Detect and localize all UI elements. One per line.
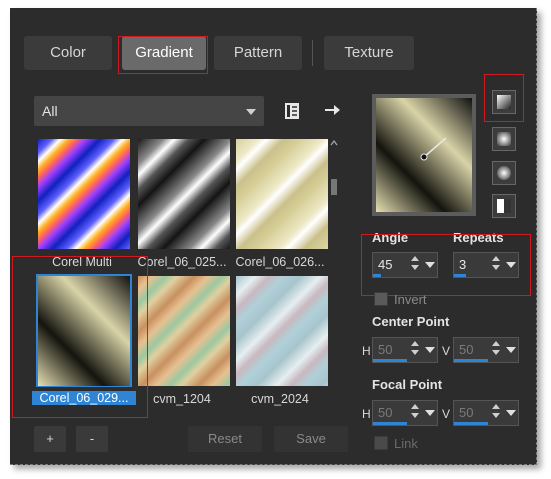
center-h-label: H [362,344,371,358]
gradient-caption: cvm_2024 [251,392,309,406]
chevron-down-icon [246,109,256,115]
center-h-value: 50 [378,342,393,357]
link-checkbox[interactable] [374,436,388,450]
chevron-down-icon[interactable] [425,347,435,353]
center-v-label: V [442,344,451,358]
gradient-caption: Corel_06_026... [235,255,325,269]
spinner-arrows-icon[interactable] [492,404,502,422]
sunburst-style-button[interactable] [492,161,516,185]
gradient-thumb-corel-06-026[interactable] [234,137,330,250]
category-select-value: All [42,103,58,119]
tab-color[interactable]: Color [24,36,112,70]
add-gradient-button[interactable]: + [34,426,66,452]
angle-handle-icon[interactable] [372,94,476,216]
center-v-slider-bar[interactable] [454,359,488,362]
center-h-slider-bar[interactable] [373,359,407,362]
scrollbar-thumb[interactable] [331,179,337,195]
focal-v-label: V [442,407,451,421]
highlight-style-button [484,74,524,122]
radial-gradient-icon [497,199,511,213]
highlight-gradient-tab [118,36,208,74]
link-label: Link [394,436,418,451]
spinner-arrows-icon[interactable] [492,341,502,359]
spinner-arrows-icon[interactable] [411,341,421,359]
gradient-thumb-cvm-1204[interactable] [136,274,232,387]
category-select[interactable]: All [34,96,264,126]
center-v-value: 50 [459,342,474,357]
center-h-field[interactable]: 50 [372,337,438,363]
focal-h-label: H [362,407,371,421]
highlight-selected-gradient [12,256,148,418]
center-point-label: Center Point [372,314,450,329]
arrow-right-icon[interactable] [322,100,342,120]
focal-point-label: Focal Point [372,377,443,392]
library-icon[interactable] [282,101,302,121]
center-v-field[interactable]: 50 [453,337,519,363]
highlight-angle-repeats [361,234,531,296]
gradient-list-scrollbar[interactable] [330,139,338,439]
save-button[interactable]: Save [274,426,348,452]
invert-label: Invert [394,292,427,307]
focal-h-slider-bar[interactable] [373,422,407,425]
tab-pattern[interactable]: Pattern [214,36,302,70]
invert-checkbox[interactable] [374,292,388,306]
gradient-thumb-corel-multi[interactable] [36,137,132,250]
gradient-thumb-corel-06-025[interactable] [136,137,232,250]
rectangular-style-button[interactable] [492,127,516,151]
gradient-thumb-cvm-2024[interactable] [234,274,330,387]
gradient-swatch [236,276,328,386]
gradient-preview[interactable] [372,94,476,216]
radial-style-button[interactable] [492,194,516,218]
focal-v-slider-bar[interactable] [454,422,488,425]
reset-button[interactable]: Reset [188,426,262,452]
rectangular-gradient-icon [497,132,511,146]
chevron-down-icon[interactable] [506,410,516,416]
spinner-arrows-icon[interactable] [411,404,421,422]
focal-v-value: 50 [459,405,474,420]
scroll-up-icon[interactable] [330,139,338,147]
gradient-swatch [138,276,230,386]
tab-divider [312,40,313,66]
focal-h-field[interactable]: 50 [372,400,438,426]
focal-v-field[interactable]: 50 [453,400,519,426]
tab-texture[interactable]: Texture [324,36,414,70]
gradient-swatch [38,139,130,249]
chevron-down-icon[interactable] [425,410,435,416]
material-properties-dialog: Color Gradient Pattern Texture All Corel… [10,8,537,465]
focal-h-value: 50 [378,405,393,420]
gradient-swatch [138,139,230,249]
chevron-down-icon[interactable] [506,347,516,353]
sunburst-gradient-icon [497,166,511,180]
gradient-swatch [236,139,328,249]
remove-gradient-button[interactable]: - [76,426,108,452]
